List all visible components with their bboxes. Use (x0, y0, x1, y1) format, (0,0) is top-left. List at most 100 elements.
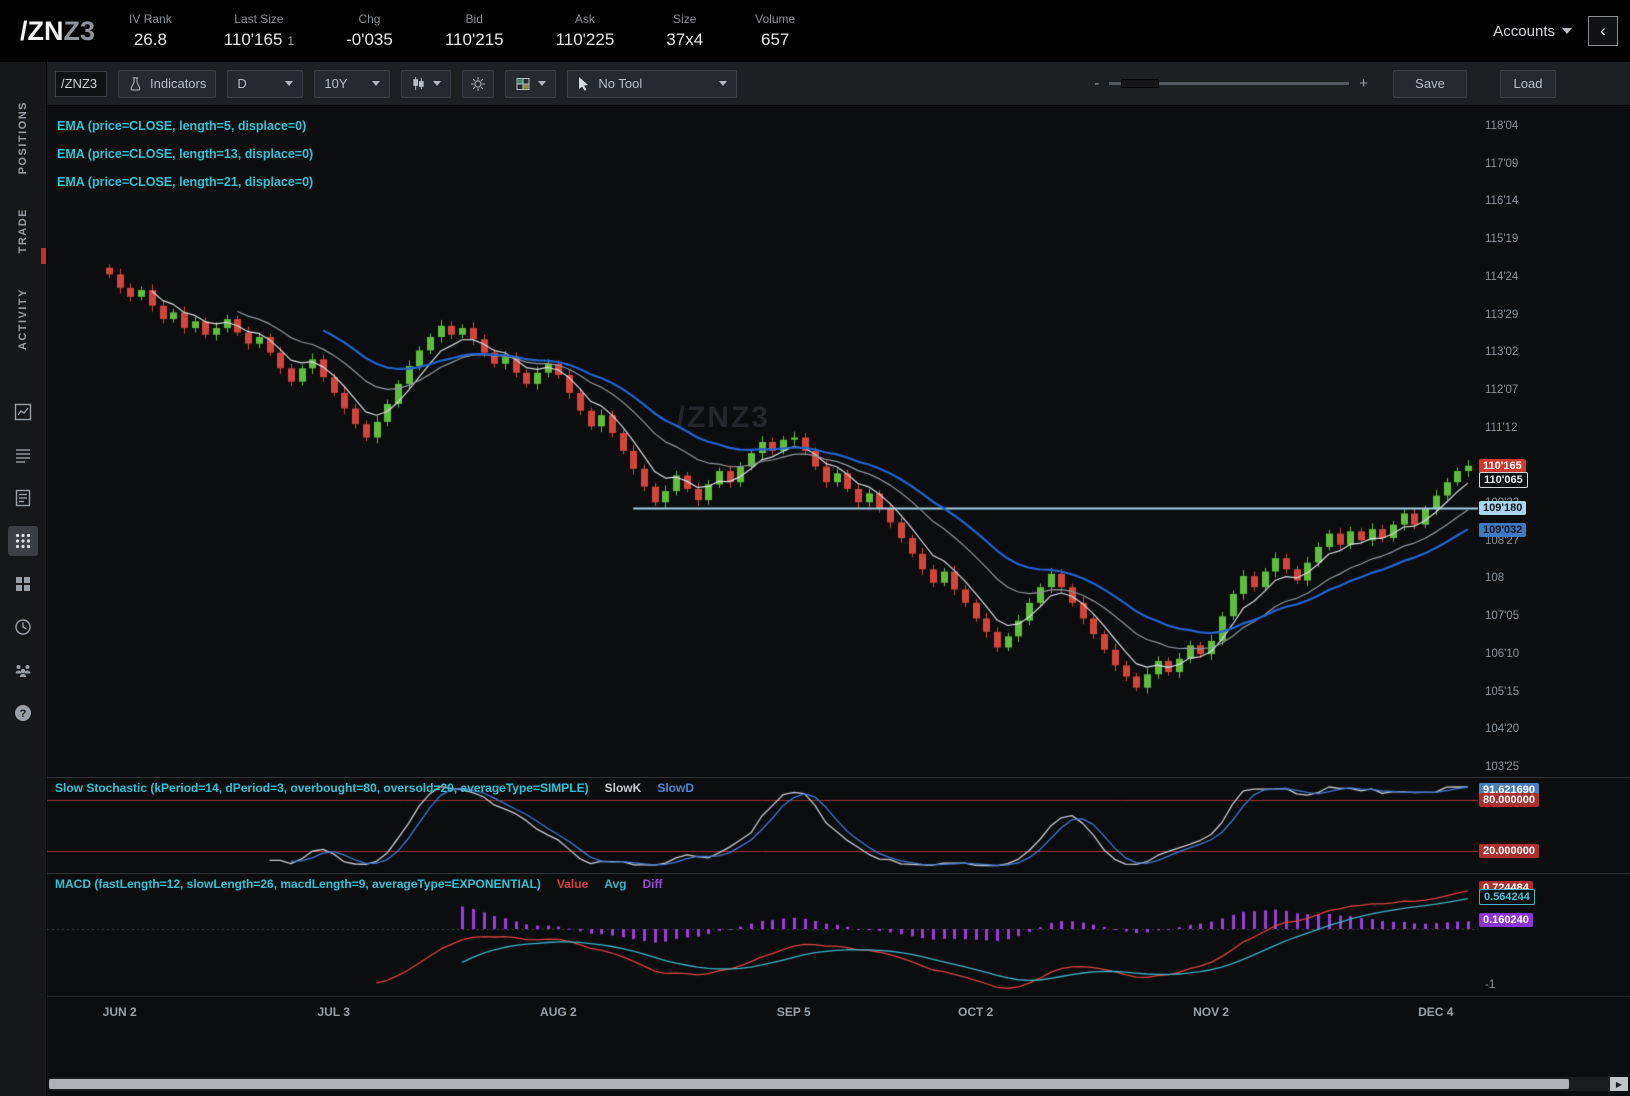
zoom-in-button[interactable]: + (1359, 75, 1368, 92)
save-button[interactable]: Save (1393, 70, 1467, 98)
slowd-legend: SlowD (657, 781, 694, 795)
time-axis-label: SEP 5 (777, 1005, 811, 1019)
chart-toolbar: Indicators D 10Y (47, 62, 1630, 106)
sidebar-tab-activity[interactable]: ACTIVITY (17, 271, 29, 367)
indicators-label: Indicators (150, 76, 206, 91)
price-axis-label: 107'05 (1485, 610, 1519, 622)
quote-stat-value: 26.8 (129, 30, 172, 50)
price-axis-label: 112'07 (1485, 384, 1518, 396)
watchlist-icon[interactable] (8, 440, 38, 470)
stochastic-axis[interactable]: 91.62169080.00000020.000000 (1478, 778, 1630, 873)
macd-axis-bubble: 0.564244 (1479, 889, 1535, 905)
quote-header: /ZNZ3 IV Rank26.8Last Size110'1651Chg-0'… (0, 0, 1630, 62)
horizontal-scrollbar[interactable]: ▶ (49, 1077, 1628, 1091)
sidebar-tab-positions[interactable]: POSITIONS (17, 84, 29, 191)
price-axis-bubble: 110'165 (1479, 459, 1526, 473)
scroll-right-button[interactable]: ▶ (1610, 1077, 1628, 1091)
macd-header: MACD (fastLength=12, slowLength=26, macd… (55, 877, 662, 891)
macd-study-label[interactable]: MACD (fastLength=12, slowLength=26, macd… (55, 877, 541, 891)
gear-icon (470, 76, 486, 92)
chart-type-dropdown[interactable] (401, 70, 451, 98)
quote-stat-value: 37x4 (666, 30, 703, 50)
load-label: Load (1514, 76, 1543, 91)
accounts-menu[interactable]: Accounts (1493, 23, 1572, 40)
sidebar-tab-trade[interactable]: TRADE (17, 191, 29, 270)
macd-panel: MACD (fastLength=12, slowLength=26, macd… (47, 873, 1630, 996)
price-axis-label: 106'10 (1485, 648, 1519, 660)
scrollbar-thumb[interactable] (49, 1079, 1569, 1089)
drawing-tool-dropdown[interactable]: No Tool (567, 70, 737, 98)
time-axis-label: JUL 3 (317, 1005, 349, 1019)
ema-study-label[interactable]: EMA (price=CLOSE, length=5, displace=0) (57, 112, 313, 140)
price-axis-label: 116'14 (1485, 195, 1518, 207)
time-axis-label: JUN 2 (103, 1005, 137, 1019)
price-panel: /ZNZ3 EMA (price=CLOSE, length=5, displa… (47, 106, 1630, 777)
quote-stat-value: -0'035 (346, 30, 393, 50)
aggregation-dropdown[interactable]: D (227, 70, 303, 98)
load-button[interactable]: Load (1500, 70, 1556, 98)
quote-stat-value: 657 (755, 30, 795, 50)
zoom-out-button[interactable]: - (1094, 75, 1099, 92)
price-axis-label: 105'15 (1485, 686, 1519, 698)
collapse-panel-button[interactable]: ‹ (1588, 16, 1618, 46)
history-clock-icon[interactable] (8, 612, 38, 642)
cursor-icon (577, 76, 590, 91)
quote-stat-label: Bid (445, 12, 504, 26)
stochastic-plot: Slow Stochastic (kPeriod=14, dPeriod=3, … (47, 778, 1478, 873)
quote-stat-last-size: Last Size110'1651 (224, 12, 294, 50)
svg-text:?: ? (20, 708, 27, 720)
chevron-down-icon (433, 81, 441, 86)
price-axis-label: 115'19 (1485, 233, 1518, 245)
ema-study-labels: EMA (price=CLOSE, length=5, displace=0)E… (57, 112, 313, 196)
share-users-icon[interactable] (8, 655, 38, 685)
price-axis[interactable]: 118'04117'09116'14115'19114'24113'29113'… (1478, 106, 1630, 777)
candlestick-type-icon (411, 76, 426, 91)
quote-stat-value: 110'1651 (224, 30, 294, 50)
zoom-slider-thumb[interactable] (1121, 79, 1159, 88)
left-sidebar: POSITIONSTRADEACTIVITY ? (0, 62, 47, 1096)
notification-marker (41, 248, 46, 264)
ema-study-label[interactable]: EMA (price=CLOSE, length=13, displace=0) (57, 140, 313, 168)
chart-gadget-icon[interactable] (8, 397, 38, 427)
price-axis-label: 113'02 (1485, 346, 1518, 358)
zoom-control: - + (1094, 75, 1368, 92)
price-axis-bubble: 109'180 (1479, 501, 1526, 515)
price-chart-canvas[interactable] (47, 106, 1478, 777)
zoom-slider-track[interactable] (1109, 82, 1349, 85)
indicators-button[interactable]: Indicators (118, 70, 216, 98)
range-dropdown[interactable]: 10Y (314, 70, 390, 98)
dashboard-icon[interactable] (8, 569, 38, 599)
time-axis: JUN 2JUL 3AUG 2SEP 5OCT 2NOV 2DEC 4 (47, 996, 1630, 1026)
indicators-flask-icon (128, 76, 143, 91)
stochastic-panel: Slow Stochastic (kPeriod=14, dPeriod=3, … (47, 777, 1630, 873)
symbol-title: /ZNZ3 (20, 16, 95, 47)
quote-stat-bid: Bid 110'215 (445, 12, 504, 50)
macd-axis-bubble: 0.160240 (1479, 913, 1533, 927)
price-axis-bubble: 109'032 (1479, 523, 1526, 537)
trade-ticket-icon[interactable] (8, 483, 38, 513)
price-axis-label: 103'25 (1485, 761, 1519, 773)
price-axis-label: 114'24 (1485, 271, 1518, 283)
macd-axis-min-label: -1 (1485, 979, 1495, 991)
quote-stat-size: Size37x4 (666, 12, 703, 50)
macd-value-legend: Value (557, 877, 588, 891)
ema-study-label[interactable]: EMA (price=CLOSE, length=21, displace=0) (57, 168, 313, 196)
header-right: Accounts ‹ (1493, 16, 1618, 46)
chevron-down-icon (372, 81, 380, 86)
price-axis-label: 117'09 (1485, 158, 1518, 170)
chevron-down-icon (538, 81, 546, 86)
time-axis-label: AUG 2 (540, 1005, 577, 1019)
last-trade-size: 1 (287, 34, 294, 48)
chart-settings-button[interactable] (462, 70, 494, 98)
help-icon[interactable]: ? (8, 698, 38, 728)
grid-gadget-icon[interactable] (8, 526, 38, 556)
stochastic-study-label[interactable]: Slow Stochastic (kPeriod=14, dPeriod=3, … (55, 781, 589, 795)
quote-stat-value: 110'215 (445, 30, 504, 50)
macd-axis[interactable]: 0.7244840.5642440.160240-1 (1478, 874, 1630, 996)
quote-stat-iv-rank: IV Rank26.8 (129, 12, 172, 50)
symbol-input[interactable] (55, 71, 107, 97)
grid-layout-dropdown[interactable] (505, 70, 556, 98)
quote-stats: IV Rank26.8Last Size110'1651Chg-0'035Bid… (129, 12, 847, 50)
macd-canvas[interactable] (47, 874, 1478, 996)
range-value: 10Y (324, 76, 347, 91)
